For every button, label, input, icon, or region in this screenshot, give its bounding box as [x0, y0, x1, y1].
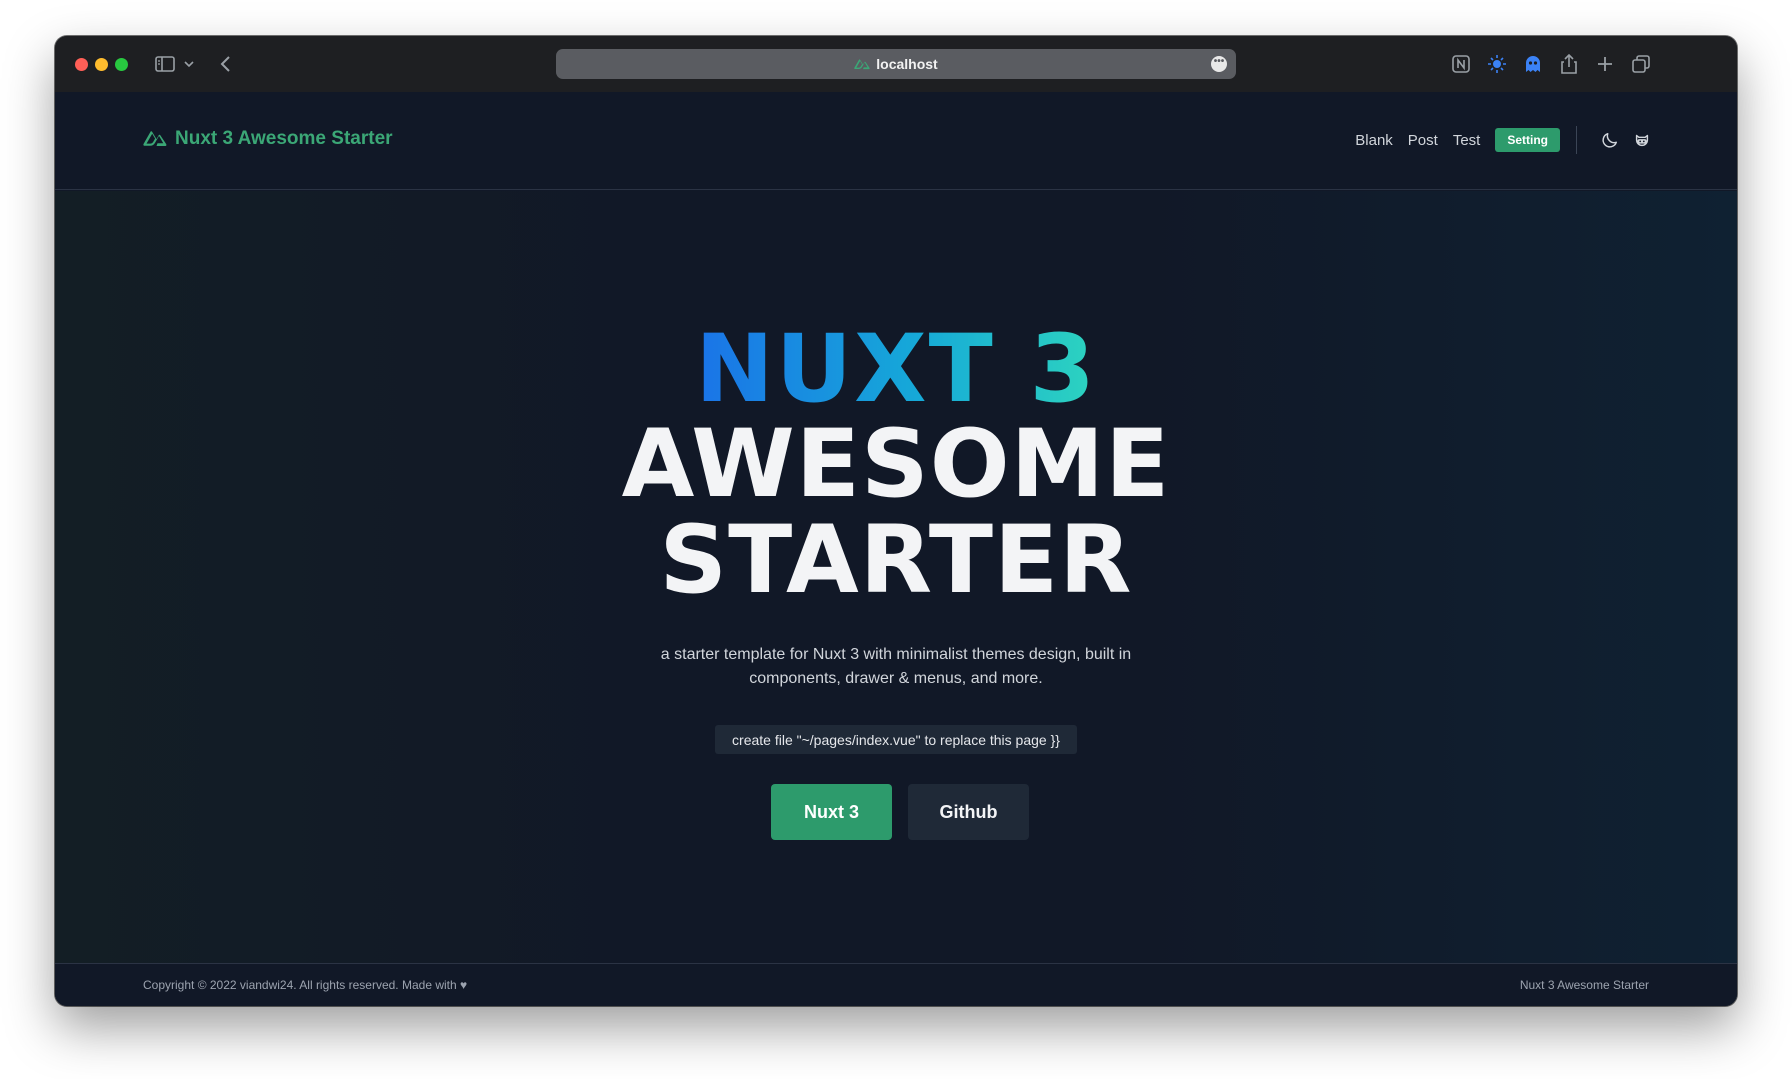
hero-title-nuxt3: NUXT 3 [695, 315, 1097, 424]
main-content: NUXT 3 AWESOME STARTER a starter templat… [55, 191, 1737, 999]
hero-title-starter: STARTER [659, 506, 1133, 615]
hero-subtitle: a starter template for Nuxt 3 with minim… [660, 646, 1132, 687]
ghostery-extension-icon[interactable] [1521, 52, 1545, 76]
close-window-button[interactable] [75, 58, 88, 71]
github-icon[interactable] [1633, 131, 1651, 149]
site-footer: Copyright © 2022 viandwi24. All rights r… [55, 963, 1737, 1006]
hero-title-awesome: AWESOME [621, 410, 1171, 519]
nuxt-logo-icon [143, 131, 167, 146]
chevron-down-icon[interactable] [183, 58, 195, 70]
tab-overview-icon[interactable] [1629, 52, 1653, 76]
maximize-window-button[interactable] [115, 58, 128, 71]
footer-copyright: Copyright © 2022 viandwi24. All rights r… [143, 978, 468, 992]
address-text: localhost [876, 56, 938, 72]
back-arrow-icon[interactable] [213, 52, 237, 76]
new-tab-plus-icon[interactable] [1593, 52, 1617, 76]
address-bar[interactable]: localhost ••• [556, 49, 1236, 79]
nav-divider [1576, 126, 1577, 154]
minimize-window-button[interactable] [95, 58, 108, 71]
theme-toggle-moon-icon[interactable] [1601, 131, 1619, 149]
sidebar-toggle-icon[interactable] [153, 53, 177, 75]
share-icon[interactable] [1557, 52, 1581, 76]
main-nav: Blank Post Test Setting [1355, 126, 1651, 154]
dark-reader-extension-icon[interactable] [1485, 52, 1509, 76]
site-header: Nuxt 3 Awesome Starter Blank Post Test S… [55, 92, 1737, 190]
setting-button[interactable]: Setting [1495, 128, 1560, 152]
brand-link[interactable]: Nuxt 3 Awesome Starter [143, 128, 393, 150]
nav-link-test[interactable]: Test [1453, 132, 1481, 149]
code-hint: create file "~/pages/index.vue" to repla… [715, 725, 1077, 754]
github-button[interactable]: Github [908, 784, 1029, 840]
nuxt-logo-icon [854, 58, 870, 70]
footer-brand: Nuxt 3 Awesome Starter [1519, 978, 1649, 992]
more-options-icon[interactable]: ••• [1211, 56, 1227, 72]
brand-title: Nuxt 3 Awesome Starter [175, 128, 393, 149]
browser-window: localhost ••• Nuxt 3 Awesome Starter Bla… [55, 36, 1737, 1006]
nav-link-blank[interactable]: Blank [1355, 132, 1393, 149]
nav-link-post[interactable]: Post [1408, 132, 1438, 149]
nuxt3-button[interactable]: Nuxt 3 [771, 784, 892, 840]
notion-extension-icon[interactable] [1449, 52, 1473, 76]
browser-toolbar: localhost ••• [55, 36, 1737, 92]
